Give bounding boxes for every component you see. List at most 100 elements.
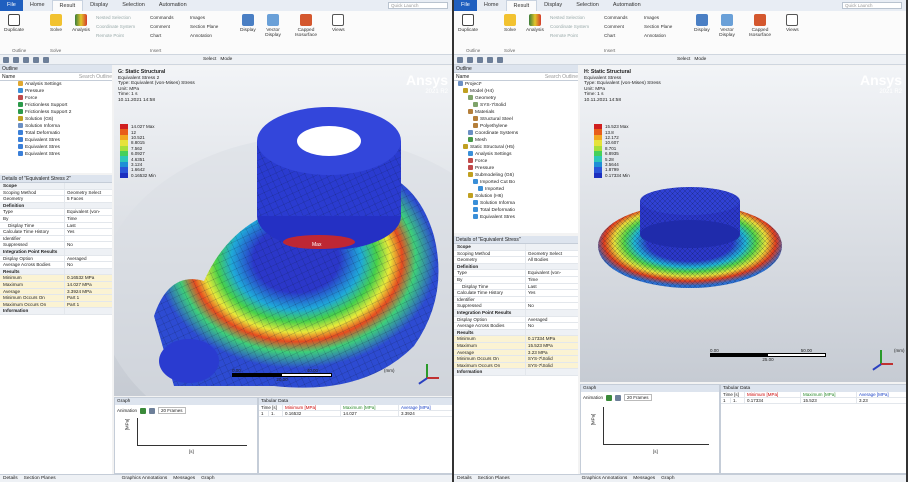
mode-dropdown[interactable]: Mode <box>220 57 232 62</box>
details-value[interactable]: Geometry Select <box>526 251 578 257</box>
details-value[interactable]: Equivalent (von- <box>526 270 578 276</box>
tree-item[interactable]: Equivalent Stres <box>18 137 112 144</box>
duplicate-button[interactable]: Duplicate <box>458 14 478 33</box>
analysis-button[interactable]: Analysis <box>526 14 544 33</box>
solve-button[interactable]: Solve <box>50 14 62 33</box>
tab-home[interactable]: Home <box>23 0 52 11</box>
details-value[interactable]: Time <box>65 216 112 222</box>
details-row[interactable]: Scoping Method Geometry Select <box>454 250 578 258</box>
tab-graphics-annotations[interactable]: Graphics Annotations <box>122 475 168 482</box>
tree-item[interactable]: Analysis Settings <box>458 151 578 158</box>
tab-result[interactable]: Result <box>505 0 538 11</box>
remote-point-button[interactable]: Remote Point <box>550 33 578 38</box>
details-value[interactable]: 3.3924 MPa <box>64 288 112 295</box>
tree-item[interactable]: Model (H4) <box>458 88 578 95</box>
details-row[interactable]: Geometry All Bodies <box>454 257 578 264</box>
tree-item[interactable]: Polyethylene <box>458 123 578 130</box>
stop-icon[interactable] <box>149 407 156 414</box>
section-plane-button[interactable]: Section Plane <box>190 24 218 29</box>
tree-item[interactable]: Submodeling (G6) <box>458 172 578 179</box>
frames-dropdown[interactable]: 20 Frames <box>158 407 186 414</box>
quick-launch-input[interactable]: Quick Launch <box>388 2 448 9</box>
quick-launch-input[interactable]: Quick Launch <box>842 2 902 9</box>
details-value[interactable]: Part 1 <box>64 295 112 301</box>
play-icon[interactable] <box>140 407 147 414</box>
play-icon[interactable] <box>606 394 613 401</box>
tab-selection[interactable]: Selection <box>569 0 606 11</box>
details-row[interactable]: Display Option Averaged <box>0 255 112 263</box>
details-row[interactable]: Minimum Occurs On SYS-7\Solid <box>454 356 578 363</box>
nested-selection-button[interactable]: Nested Selection <box>96 15 131 20</box>
graphics-viewport[interactable]: G: Static Structural Equivalent Stress 2T… <box>114 66 452 396</box>
details-value[interactable]: 3.23 MPa <box>525 349 578 356</box>
details-value[interactable]: Yes <box>65 229 112 235</box>
tree-item[interactable]: Solution Informa <box>458 200 578 207</box>
annotation-button[interactable]: Annotation <box>644 33 666 38</box>
details-row[interactable]: Maximum Occurs On Part 1 <box>0 301 112 309</box>
tree-item[interactable]: Static Structural (H5) <box>458 144 578 151</box>
details-value[interactable]: Averaged <box>526 317 578 323</box>
details-row[interactable]: Suppressed No <box>454 303 578 310</box>
details-value[interactable]: Part 1 <box>64 301 112 308</box>
tree-item[interactable]: Equivalent Stres <box>18 151 112 158</box>
isometric-icon[interactable] <box>43 56 49 63</box>
details-value[interactable]: Last <box>65 223 112 229</box>
details-row[interactable]: Identifier <box>0 235 112 243</box>
images-button[interactable]: Images <box>190 15 205 20</box>
graphics-viewport[interactable]: H: Static Structural Equivalent Stress Typ… <box>580 66 906 382</box>
tree-item[interactable]: Analysis Settings <box>18 81 112 88</box>
coordinate-system-button[interactable]: Coordinate System <box>96 24 135 29</box>
details-row[interactable]: Display Time Last <box>454 283 578 291</box>
tab-details[interactable]: Details <box>3 475 18 482</box>
name-column[interactable]: Name <box>2 73 15 80</box>
details-value[interactable]: 0.17334 MPa <box>525 336 578 342</box>
annotation-button[interactable]: Annotation <box>190 33 212 38</box>
table-row[interactable]: 1 1. 0.16532 14.027 3.3924 <box>259 411 452 417</box>
mode-dropdown[interactable]: Mode <box>694 57 706 62</box>
details-row[interactable]: Minimum Occurs On Part 1 <box>0 295 112 302</box>
tree-item[interactable]: Materials <box>458 109 578 116</box>
details-value[interactable]: Averaged <box>65 256 112 262</box>
details-row[interactable]: Minimum 0.16532 MPa <box>0 275 112 282</box>
chart-button[interactable]: Chart <box>150 33 161 38</box>
tree-item[interactable]: Frictionless Support 2 <box>18 109 112 116</box>
tab-graph[interactable]: Graph <box>661 475 674 482</box>
details-value[interactable]: No <box>65 262 112 268</box>
commands-button[interactable]: Commands <box>150 15 174 20</box>
name-column[interactable]: Name <box>456 73 469 80</box>
details-row[interactable]: Display Time Last <box>0 222 112 230</box>
details-value[interactable]: No <box>526 323 578 329</box>
details-value[interactable]: All Bodies <box>526 257 578 263</box>
display-button[interactable]: Display <box>240 14 256 33</box>
tree-item[interactable]: Pressure <box>458 165 578 172</box>
views-button[interactable]: Views <box>332 14 345 33</box>
details-row[interactable]: Identifier <box>454 296 578 304</box>
details-row[interactable]: Average 3.3924 MPa <box>0 288 112 296</box>
tab-selection[interactable]: Selection <box>115 0 152 11</box>
remote-point-button[interactable]: Remote Point <box>96 33 124 38</box>
zoom-icon[interactable] <box>457 56 463 63</box>
details-value[interactable]: No <box>65 242 112 248</box>
capped-isosurface-button[interactable]: Capped Isosurface <box>744 14 776 38</box>
pan-icon[interactable] <box>13 56 19 63</box>
details-value[interactable]: Equivalent (von- <box>65 209 112 215</box>
tab-display[interactable]: Display <box>537 0 569 11</box>
details-row[interactable]: Scoping Method Geometry Select <box>0 189 112 197</box>
search-outline-input[interactable]: Search Outline <box>79 73 112 80</box>
details-row[interactable]: By Time <box>454 276 578 284</box>
tree-item[interactable]: Equivalent Stres <box>458 214 578 221</box>
details-row[interactable]: Display Option Averaged <box>454 316 578 324</box>
images-button[interactable]: Images <box>644 15 659 20</box>
fit-icon[interactable] <box>33 56 39 63</box>
tree-item[interactable]: Imported Cut Bo <box>458 179 578 186</box>
tab-details[interactable]: Details <box>457 475 472 482</box>
search-outline-input[interactable]: Search Outline <box>545 73 578 80</box>
details-value[interactable]: Last <box>526 284 578 290</box>
tab-section-planes[interactable]: Section Planes <box>24 475 56 482</box>
details-row[interactable]: Geometry 5 Faces <box>0 196 112 203</box>
details-value[interactable]: 15.523 MPa <box>525 342 578 349</box>
details-row[interactable]: Maximum Occurs On SYS-7\Solid <box>454 362 578 370</box>
tab-display[interactable]: Display <box>83 0 115 11</box>
details-value[interactable]: Yes <box>526 290 578 296</box>
tree-item[interactable]: Coordinate Systems <box>458 130 578 137</box>
